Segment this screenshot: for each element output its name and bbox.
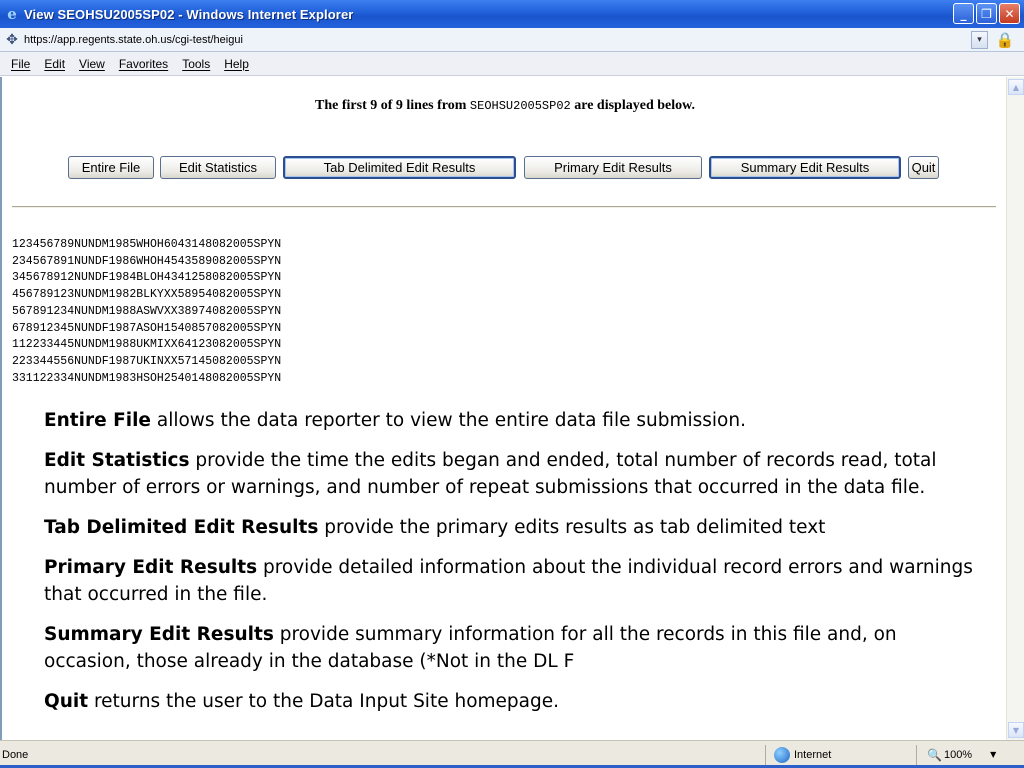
- lock-icon[interactable]: 🔒: [994, 30, 1016, 50]
- data-line: 567891234NUNDM1988ASWVXX38974082005SPYN: [12, 304, 282, 318]
- restore-button[interactable]: ❐: [976, 3, 997, 24]
- address-dropdown-button[interactable]: ▾: [971, 30, 988, 49]
- scroll-up-arrow-icon[interactable]: ▲: [1008, 79, 1024, 95]
- description-item: Summary Edit Results provide summary inf…: [44, 621, 974, 675]
- description-term: Summary Edit Results: [44, 624, 274, 645]
- description-item: Tab Delimited Edit Results provide the p…: [44, 514, 974, 541]
- summary-edit-results-button[interactable]: Summary Edit Results: [709, 156, 901, 179]
- window-title-bar[interactable]: e View SEOHSU2005SP02 - Windows Internet…: [0, 0, 1024, 28]
- data-line: 123456789NUNDM1985WHOH6043148082005SPYN: [12, 238, 282, 251]
- menu-file[interactable]: File: [4, 57, 37, 71]
- description-term: Quit: [44, 691, 89, 712]
- data-line: 331122334NUNDM1983HSOH2540148082005SPYN: [12, 371, 282, 385]
- zone-label: Internet: [794, 748, 832, 761]
- menu-view[interactable]: View: [72, 57, 112, 71]
- minimize-button[interactable]: _: [953, 3, 974, 24]
- data-line: 345678912NUNDF1984BLOH4341258082005SPYN: [12, 271, 282, 285]
- data-line: 234567891NUNDF1986WHOH4543589082005SPYN: [12, 254, 282, 268]
- address-input[interactable]: https://app.regents.state.oh.us/cgi-test…: [24, 34, 971, 46]
- magnifier-icon: 🔍: [927, 747, 942, 762]
- window-title: View SEOHSU2005SP02 - Windows Internet E…: [24, 6, 354, 22]
- tab-delimited-edit-results-button[interactable]: Tab Delimited Edit Results: [283, 156, 516, 179]
- status-bar: Done Internet 🔍 100% ▼: [0, 740, 1024, 768]
- description-item: Edit Statistics provide the time the edi…: [44, 447, 974, 501]
- site-icon: ✥: [6, 31, 18, 48]
- description-term: Tab Delimited Edit Results: [44, 517, 319, 538]
- entire-file-button[interactable]: Entire File: [68, 156, 154, 179]
- description-item: Primary Edit Results provide detailed in…: [44, 554, 974, 608]
- close-button[interactable]: ✕: [999, 3, 1020, 24]
- window-controls: _ ❐ ✕: [953, 3, 1020, 24]
- heading-prefix: The first 9 of 9 lines from: [315, 98, 467, 113]
- ie-logo-icon: e: [7, 5, 17, 23]
- edit-statistics-button[interactable]: Edit Statistics: [160, 156, 276, 179]
- data-line: 223344556NUNDF1987UKINXX57145082005SPYN: [12, 354, 282, 368]
- menu-favorites[interactable]: Favorites: [112, 57, 175, 71]
- menu-tools[interactable]: Tools: [175, 57, 217, 71]
- description-term: Edit Statistics: [44, 450, 190, 471]
- page-heading: The first 9 of 9 lines from SEOHSU2005SP…: [2, 98, 1006, 114]
- heading-suffix: are displayed below.: [574, 98, 695, 113]
- status-text: Done: [2, 748, 29, 761]
- description-text: returns the user to the Data Input Site …: [88, 691, 559, 712]
- vertical-scrollbar[interactable]: ▲ ▼: [1006, 77, 1024, 740]
- zoom-level: 100%: [943, 748, 973, 761]
- data-line: 112233445NUNDM1988UKMIXX64123082005SPYN: [12, 338, 282, 352]
- address-bar: ✥ https://app.regents.state.oh.us/cgi-te…: [0, 28, 1024, 52]
- menu-help[interactable]: Help: [217, 57, 256, 71]
- description-term: Entire File: [44, 410, 151, 431]
- description-item: Entire File allows the data reporter to …: [44, 407, 974, 434]
- zoom-dropdown-icon[interactable]: ▼: [990, 750, 996, 759]
- data-lines: 123456789NUNDM1985WHOH6043148082005SPYN …: [12, 237, 281, 387]
- page-content: The first 9 of 9 lines from SEOHSU2005SP…: [0, 77, 1006, 740]
- description-list: Entire File allows the data reporter to …: [44, 407, 974, 728]
- description-term: Primary Edit Results: [44, 557, 258, 578]
- primary-edit-results-button[interactable]: Primary Edit Results: [524, 156, 702, 179]
- menu-bar: File Edit View Favorites Tools Help: [0, 52, 1024, 76]
- data-line: 456789123NUNDM1982BLKYXX58954082005SPYN: [12, 288, 282, 302]
- description-text: allows the data reporter to view the ent…: [150, 410, 746, 431]
- globe-icon: [774, 746, 790, 763]
- description-text: provide the primary edits results as tab…: [318, 517, 826, 538]
- description-item: Quit returns the user to the Data Input …: [44, 688, 974, 715]
- quit-button[interactable]: Quit: [908, 156, 939, 179]
- scroll-down-arrow-icon[interactable]: ▼: [1008, 722, 1024, 738]
- heading-filename: SEOHSU2005SP02: [469, 99, 571, 113]
- divider: [12, 206, 996, 208]
- menu-edit[interactable]: Edit: [37, 57, 72, 71]
- data-line: 678912345NUNDF1987ASOH1540857082005SPYN: [12, 321, 282, 335]
- security-zone[interactable]: Internet: [766, 746, 916, 763]
- zoom-control[interactable]: 🔍 100% ▼: [917, 748, 996, 762]
